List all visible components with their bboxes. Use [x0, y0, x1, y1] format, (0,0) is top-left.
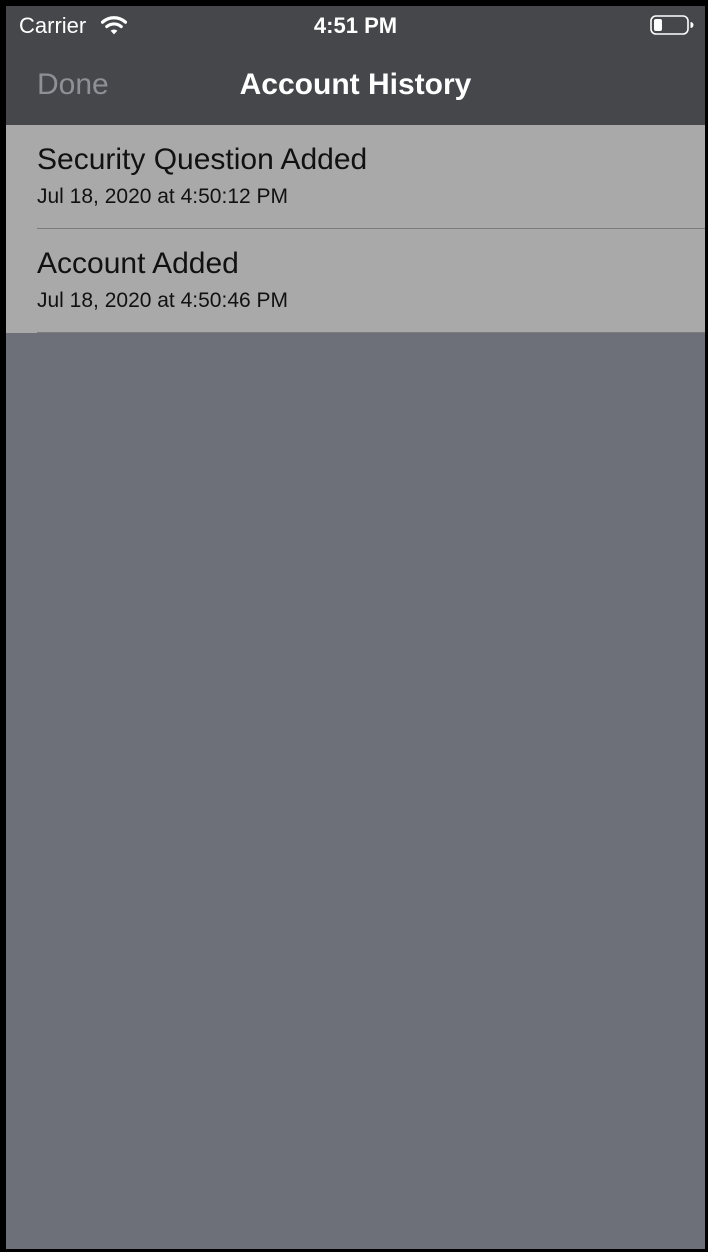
- phone-screen: Carrier 4:51 PM Done Account History Sec…: [6, 6, 705, 1249]
- status-bar: Carrier 4:51 PM: [6, 6, 705, 46]
- history-event-title: Account Added: [37, 247, 239, 280]
- row-separator: [37, 332, 705, 333]
- history-event-title: Security Question Added: [37, 143, 368, 176]
- page-title: Account History: [239, 68, 472, 101]
- list-item[interactable]: Account Added Jul 18, 2020 at 4:50:46 PM: [6, 229, 705, 333]
- status-time: 4:51 PM: [313, 13, 398, 38]
- history-event-timestamp: Jul 18, 2020 at 4:50:46 PM: [37, 289, 289, 312]
- navigation-bar: Done Account History: [6, 46, 705, 125]
- history-event-timestamp: Jul 18, 2020 at 4:50:12 PM: [37, 185, 289, 208]
- account-history-list: Security Question Added Jul 18, 2020 at …: [6, 125, 705, 333]
- battery-icon: [650, 15, 694, 35]
- list-item[interactable]: Security Question Added Jul 18, 2020 at …: [6, 125, 705, 229]
